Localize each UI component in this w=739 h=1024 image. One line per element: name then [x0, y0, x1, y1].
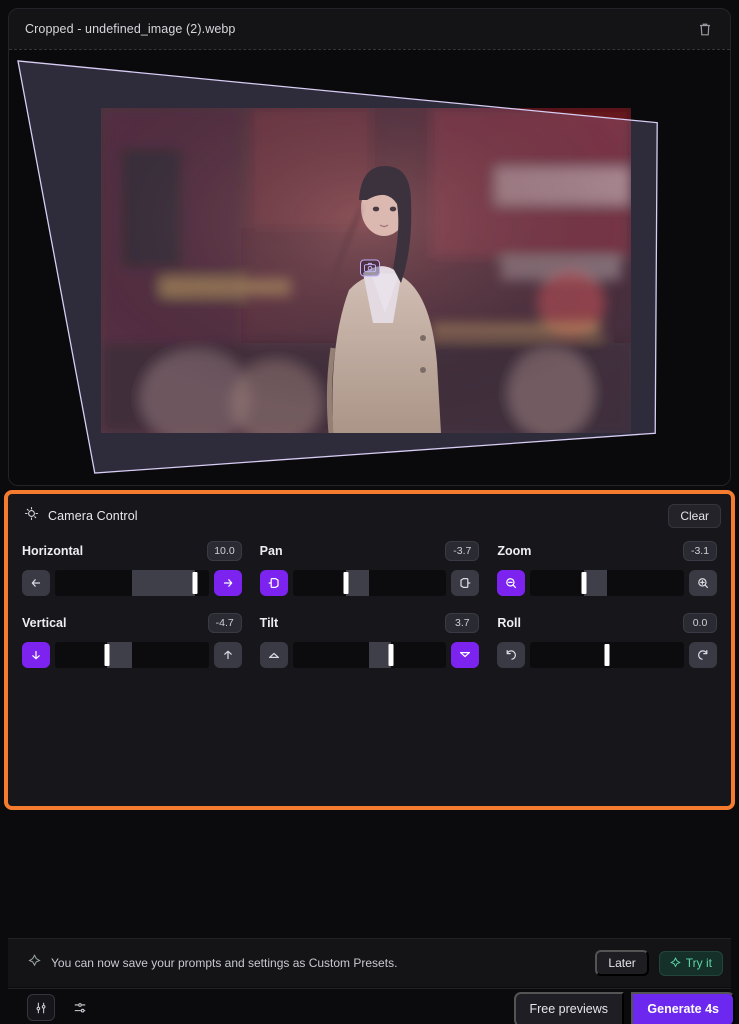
- pan-left-icon[interactable]: [259, 570, 288, 596]
- camera-move-icon: [24, 506, 39, 526]
- control-label: Pan: [259, 544, 283, 558]
- camera-control-pan: Pan -3.7: [259, 538, 480, 596]
- zoom-out-icon[interactable]: [497, 570, 526, 596]
- control-label-row: Roll 0.0: [497, 610, 717, 636]
- camera-icon[interactable]: [359, 259, 380, 276]
- control-value: -3.1: [683, 540, 717, 562]
- control-slider-knob[interactable]: [192, 572, 198, 594]
- trash-icon[interactable]: [694, 18, 716, 40]
- banner-text: You can now save your prompts and settin…: [51, 956, 398, 970]
- control-slider-knob[interactable]: [104, 644, 110, 666]
- image-preview-card: Cropped - undefined_image (2).webp: [8, 8, 731, 486]
- control-slider-row: [22, 642, 242, 668]
- control-value: 0.0: [683, 612, 717, 634]
- control-slider-knob[interactable]: [581, 572, 587, 594]
- generate-button[interactable]: Generate 4s: [631, 992, 735, 1024]
- app-root: Cropped - undefined_image (2).webp Camer…: [0, 0, 739, 1024]
- custom-presets-banner: You can now save your prompts and settin…: [8, 939, 731, 987]
- control-label-row: Vertical -4.7: [22, 610, 242, 636]
- sliders-horizontal-icon[interactable]: [66, 994, 94, 1021]
- control-slider-track[interactable]: [292, 570, 447, 596]
- control-slider-row: [259, 642, 480, 668]
- bottom-toolbar: Free previews Generate 4s: [0, 989, 739, 1024]
- camera-control-header: Camera Control Clear: [8, 494, 731, 538]
- control-label-row: Zoom -3.1: [497, 538, 717, 564]
- control-label-row: Tilt 3.7: [260, 610, 480, 636]
- control-value: 3.7: [445, 612, 480, 634]
- camera-control-panel: Camera Control Clear Horizontal 10.0 Pan -3…: [8, 494, 731, 806]
- arrow-up-icon[interactable]: [213, 642, 242, 668]
- sparkle-icon: [670, 956, 681, 970]
- control-slider-track[interactable]: [55, 570, 209, 596]
- control-label: Tilt: [259, 616, 279, 630]
- sparkle-icon: [28, 954, 41, 972]
- rotate-ccw-icon[interactable]: [497, 642, 526, 668]
- control-slider-fill: [107, 642, 132, 668]
- camera-control-zoom: Zoom -3.1: [497, 538, 717, 596]
- control-slider-fill: [584, 570, 608, 596]
- control-label: Roll: [497, 616, 521, 630]
- control-slider-knob[interactable]: [388, 644, 394, 666]
- later-button[interactable]: Later: [595, 950, 649, 976]
- free-previews-button[interactable]: Free previews: [513, 992, 624, 1024]
- file-name-label: Cropped - undefined_image (2).webp: [25, 22, 236, 36]
- control-label: Zoom: [497, 544, 532, 558]
- control-slider-fill: [131, 570, 195, 596]
- control-slider-row: [497, 642, 717, 668]
- control-slider-knob[interactable]: [604, 644, 610, 666]
- camera-control-highlight: Camera Control Clear Horizontal 10.0 Pan -3…: [4, 490, 735, 810]
- try-it-button[interactable]: Try it: [658, 950, 723, 976]
- control-value: -3.7: [445, 540, 480, 562]
- control-slider-fill: [346, 570, 370, 596]
- clear-button[interactable]: Clear: [668, 504, 721, 528]
- control-value: -4.7: [207, 612, 242, 634]
- camera-control-title: Camera Control: [48, 509, 138, 523]
- control-label: Vertical: [22, 616, 67, 630]
- camera-control-tilt: Tilt 3.7: [259, 610, 480, 668]
- try-it-label: Try it: [685, 956, 712, 970]
- tilt-down-icon[interactable]: [451, 642, 480, 668]
- control-value: 10.0: [207, 540, 242, 562]
- pan-right-icon[interactable]: [451, 570, 480, 596]
- arrow-left-icon[interactable]: [22, 570, 50, 596]
- sliders-vertical-icon[interactable]: [27, 994, 55, 1021]
- control-label: Horizontal: [22, 544, 84, 558]
- camera-control-horizontal: Horizontal 10.0: [22, 538, 242, 596]
- camera-control-roll: Roll 0.0: [497, 610, 717, 668]
- camera-control-vertical: Vertical -4.7: [22, 610, 242, 668]
- control-slider-row: [497, 570, 717, 596]
- tilt-up-icon[interactable]: [259, 642, 288, 668]
- preview-header: Cropped - undefined_image (2).webp: [9, 9, 730, 49]
- zoom-in-icon[interactable]: [689, 570, 717, 596]
- control-slider-knob[interactable]: [343, 572, 349, 594]
- control-slider-track[interactable]: [55, 642, 209, 668]
- camera-controls-grid: Horizontal 10.0 Pan -3.7 Zoom -3.1 Vertical -4.…: [8, 538, 731, 668]
- arrow-right-icon[interactable]: [213, 570, 242, 596]
- control-slider-track[interactable]: [530, 642, 684, 668]
- preview-canvas[interactable]: [9, 49, 730, 485]
- arrow-down-icon[interactable]: [22, 642, 50, 668]
- control-slider-track[interactable]: [292, 642, 447, 668]
- control-label-row: Pan -3.7: [260, 538, 480, 564]
- control-label-row: Horizontal 10.0: [22, 538, 242, 564]
- control-slider-row: [22, 570, 242, 596]
- control-slider-track[interactable]: [530, 570, 684, 596]
- control-slider-row: [259, 570, 480, 596]
- rotate-cw-icon[interactable]: [689, 642, 717, 668]
